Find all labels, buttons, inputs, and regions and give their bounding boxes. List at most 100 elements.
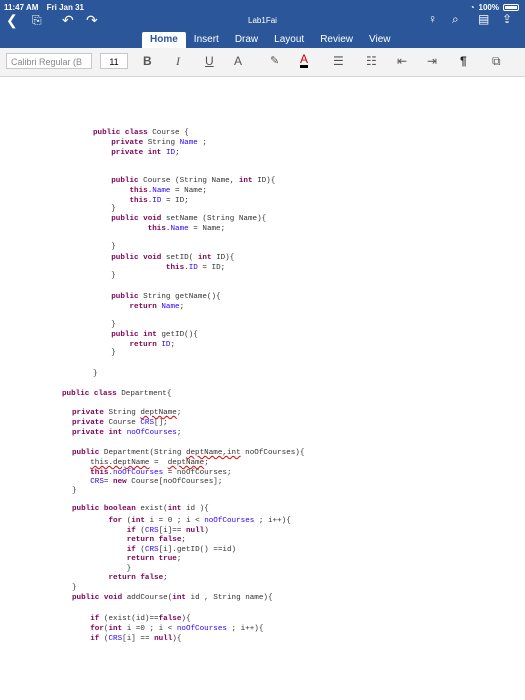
code-token: public int bbox=[111, 331, 157, 339]
code-token: id , String name){ bbox=[185, 594, 273, 602]
code-line: public void addCourse(int id , String na… bbox=[72, 594, 273, 602]
code-line: this.noOfCourses = noOfCourses; bbox=[72, 469, 231, 477]
tab-review[interactable]: Review bbox=[312, 32, 361, 49]
code-line: this.ID = ID; bbox=[93, 197, 189, 205]
code-line: } bbox=[72, 487, 77, 495]
code-token: ; i++){ bbox=[254, 517, 291, 525]
tab-view[interactable]: View bbox=[361, 32, 399, 49]
code-token: } bbox=[93, 272, 116, 280]
code-token: int bbox=[172, 594, 186, 602]
code-token: = ID; bbox=[161, 197, 189, 205]
code-line: this.ID = ID; bbox=[93, 264, 225, 272]
bullets-icon[interactable]: ☰ bbox=[333, 54, 344, 68]
highlighter-icon[interactable]: ✎ bbox=[270, 54, 279, 67]
status-time: 11:47 AM bbox=[4, 3, 39, 12]
code-token: ; bbox=[176, 429, 182, 437]
code-line: this.Name = Name; bbox=[93, 187, 207, 195]
code-token: public bbox=[111, 177, 139, 185]
code-token: public boolean bbox=[72, 505, 136, 513]
code-token: public void bbox=[111, 254, 162, 262]
code-token: CRS bbox=[144, 527, 159, 535]
paragraph-marks-button[interactable]: ¶ bbox=[460, 54, 467, 68]
lightbulb-icon[interactable]: ♀ bbox=[428, 12, 437, 26]
code-token: ; bbox=[170, 341, 176, 349]
code-token: noOfCourses bbox=[126, 429, 177, 437]
code-token: private bbox=[72, 409, 104, 417]
code-token: Department{ bbox=[116, 390, 172, 398]
increase-indent-icon[interactable]: ⇥ bbox=[427, 54, 437, 68]
code-line: public class Department{ bbox=[62, 390, 171, 398]
code-token: ; bbox=[181, 536, 186, 544]
code-token: getID(){ bbox=[156, 331, 198, 339]
code-token: } bbox=[72, 487, 77, 495]
styles-icon[interactable]: ⧉ bbox=[492, 54, 501, 69]
code-line: public int getID(){ bbox=[93, 331, 198, 339]
code-token: deptName bbox=[167, 459, 205, 467]
font-size-field[interactable]: 11 bbox=[100, 53, 128, 69]
code-line: } bbox=[72, 584, 77, 592]
code-token: this bbox=[129, 187, 148, 195]
tab-home[interactable]: Home bbox=[142, 32, 186, 49]
code-line: return Name; bbox=[93, 303, 184, 311]
code-line: this.deptName = deptName; bbox=[72, 459, 209, 467]
code-token: noOfCourses bbox=[176, 625, 227, 633]
code-token: ; bbox=[204, 459, 209, 467]
code-line: } bbox=[93, 243, 116, 251]
code-token: public void bbox=[72, 594, 123, 602]
document-body[interactable]: public class Course { private String Nam… bbox=[0, 77, 525, 700]
code-line: if (CRS[i] == null){ bbox=[72, 635, 181, 643]
code-token: Name bbox=[179, 139, 198, 147]
code-token: ID bbox=[188, 264, 198, 272]
code-token: ; bbox=[179, 303, 185, 311]
tab-insert[interactable]: Insert bbox=[186, 32, 227, 49]
code-line: public class Course { bbox=[93, 129, 189, 137]
tab-layout[interactable]: Layout bbox=[266, 32, 312, 49]
code-token: [i]== bbox=[158, 527, 186, 535]
code-line: } bbox=[93, 205, 116, 213]
code-token: = Name; bbox=[188, 225, 226, 233]
code-token: deptName,int bbox=[185, 449, 241, 457]
status-bar: 11:47 AM Fri Jan 31 bbox=[4, 3, 90, 12]
search-icon[interactable]: ⌕ bbox=[452, 12, 459, 27]
tab-draw[interactable]: Draw bbox=[227, 32, 266, 49]
code-token: int bbox=[167, 505, 182, 513]
code-token: = ID; bbox=[197, 264, 226, 272]
share-icon[interactable]: ⇪ bbox=[502, 12, 512, 26]
code-token: CRS bbox=[90, 478, 104, 486]
code-token: Course bbox=[103, 419, 141, 427]
underline-button[interactable]: U bbox=[205, 54, 214, 68]
code-line: for (int i = 0 ; i < noOfCourses ; i++){ bbox=[72, 517, 291, 525]
code-token: Name bbox=[170, 225, 189, 233]
code-token: ( bbox=[135, 527, 145, 535]
code-token: private int bbox=[72, 429, 123, 437]
code-token: ){ bbox=[181, 615, 191, 623]
code-token: (exist(id)== bbox=[99, 615, 159, 623]
document-page[interactable]: public class Course { private String Nam… bbox=[0, 77, 525, 700]
font-size-change-button[interactable]: A bbox=[234, 54, 242, 68]
font-color-button[interactable]: A bbox=[300, 53, 309, 68]
code-token: this bbox=[165, 264, 185, 272]
code-line: if (CRS[i]== null) bbox=[72, 527, 209, 535]
decrease-indent-icon[interactable]: ⇤ bbox=[397, 54, 407, 68]
numbering-icon[interactable]: ☷ bbox=[366, 54, 377, 68]
bold-button[interactable]: B bbox=[143, 54, 152, 68]
code-token: String bbox=[103, 409, 141, 417]
clipboard-icon[interactable]: ▤ bbox=[478, 12, 489, 26]
code-line: for(int i =0 ; i < noOfCourses ; i++){ bbox=[72, 625, 263, 633]
code-token: String bbox=[143, 139, 180, 147]
code-line: return false; bbox=[72, 574, 167, 582]
code-token: CRS bbox=[140, 419, 155, 427]
font-name-field[interactable]: Calibri Regular (B bbox=[6, 53, 92, 69]
italic-button[interactable]: I bbox=[176, 54, 180, 69]
code-line: if (exist(id)==false){ bbox=[72, 615, 191, 623]
document-title: Lab1Fai bbox=[248, 16, 277, 25]
